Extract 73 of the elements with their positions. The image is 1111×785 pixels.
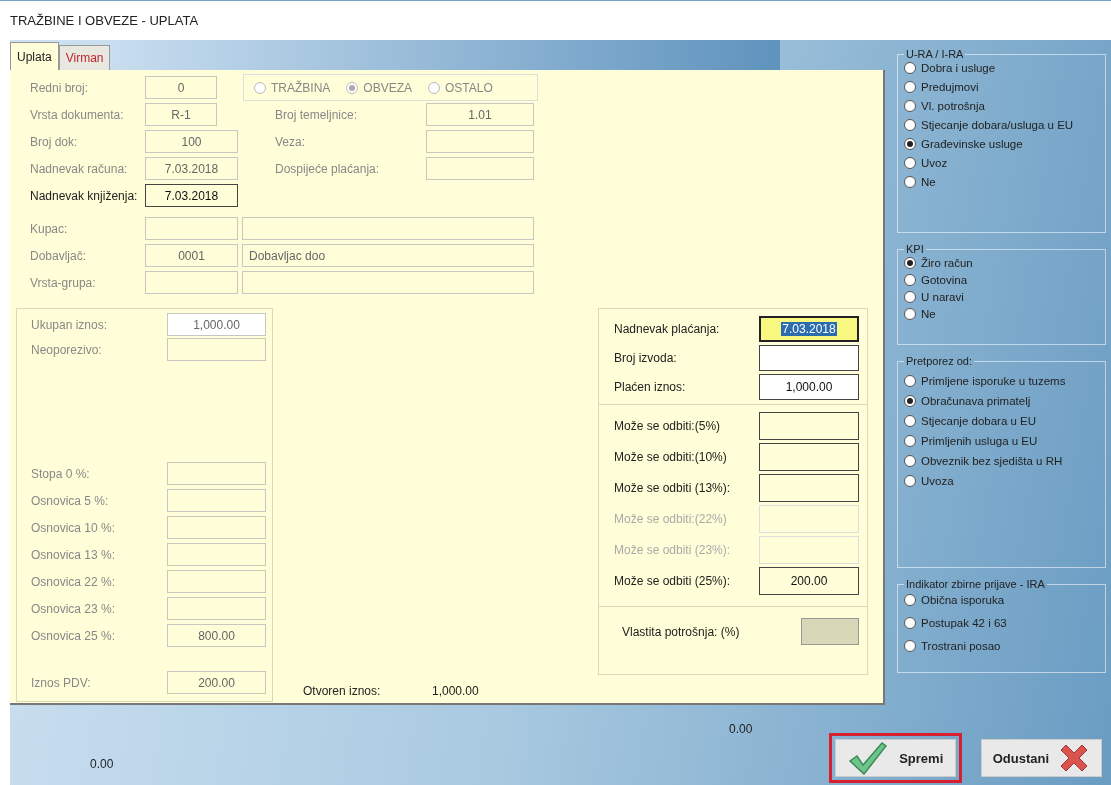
radio-option[interactable]: Primljenih usluga u EU	[904, 435, 1105, 447]
field-label: Može se odbiti (13%):	[614, 480, 731, 495]
radio-option[interactable]: Vl. potrošnja	[904, 100, 1105, 112]
field-label: Ukupan iznos:	[31, 317, 109, 332]
field-label: Može se odbiti:(22%)	[614, 511, 727, 526]
field-label: Dospijeće plaćanja:	[275, 161, 381, 176]
field-label: Veza:	[275, 134, 307, 149]
radio-option[interactable]: Obračunava primatelj	[904, 395, 1105, 407]
checkmark-icon	[847, 741, 888, 775]
field-label: Neoporezivo:	[31, 342, 103, 357]
radio-option[interactable]: Postupak 42 i 63	[904, 617, 1105, 629]
field-label: Vlastita potrošnja: (%)	[622, 624, 740, 639]
radio-option[interactable]: Trostrani posao	[904, 640, 1105, 652]
amount-value: 0.00	[729, 722, 753, 736]
radio-option[interactable]: Stjecanje dobara u EU	[904, 415, 1105, 427]
field-label: Osnovica 22 %:	[31, 574, 117, 589]
field-label: Vrsta dokumenta:	[30, 107, 125, 122]
field-label: Može se odbiti:(10%)	[614, 449, 727, 464]
radio-option[interactable]: Ne	[904, 308, 1105, 320]
field-label: Osnovica 25 %:	[31, 628, 117, 643]
radio-option[interactable]: Uvoz	[904, 157, 1105, 169]
field-label: Može se odbiti (23%):	[614, 542, 731, 557]
field-label: Nadnevak knjiženja:	[30, 188, 139, 203]
amount-value: 1,000.00	[432, 684, 479, 698]
group-title: U-RA / I-RA	[905, 48, 965, 60]
radio-option[interactable]: Gotovina	[904, 274, 1105, 286]
group-title: KPI	[905, 243, 925, 255]
text-field[interactable]	[759, 344, 859, 371]
radio-option[interactable]: Ne	[904, 176, 1105, 188]
text-field[interactable]	[759, 411, 859, 440]
radio-option[interactable]: Uvoza	[904, 475, 1105, 487]
field-label: Osnovica 10 %:	[31, 520, 117, 535]
cancel-button[interactable]: Odustani	[981, 739, 1102, 777]
text-field[interactable]: 1,000.00	[759, 373, 859, 400]
text-field[interactable]: 7.03.2018	[759, 315, 859, 342]
field-label: Nadnevak računa:	[30, 161, 129, 176]
field-label: Može se odbiti (25%):	[614, 573, 731, 588]
field-label: Vrsta-grupa:	[30, 275, 97, 290]
field-label: Kupac:	[30, 221, 69, 236]
group-title: Pretporez od:	[905, 355, 974, 367]
radio-option[interactable]: Predujmovi	[904, 81, 1105, 93]
radio-option[interactable]: Dobra i usluge	[904, 62, 1105, 74]
tab[interactable]: Uplata	[10, 42, 59, 70]
field-label: Dobavljač:	[30, 248, 88, 263]
radio-option[interactable]: U naravi	[904, 291, 1105, 303]
radio-option[interactable]: Stjecanje dobara/usluga u EU	[904, 119, 1105, 131]
field-label: Osnovica 13 %:	[31, 547, 117, 562]
text-field[interactable]	[759, 442, 859, 471]
text-field[interactable]: 200.00	[759, 566, 859, 595]
field-label: Plaćen iznos:	[614, 379, 686, 394]
amount-value: 0.00	[90, 757, 114, 771]
field-label: Nadnevak plaćanja:	[614, 321, 720, 336]
radio-option[interactable]: Obična isporuka	[904, 594, 1105, 606]
field-label: Redni broj:	[30, 80, 90, 95]
field-label: Iznos PDV:	[31, 675, 92, 690]
radio-option[interactable]: Građevinske usluge	[904, 138, 1105, 150]
field-label: Stopa 0 %:	[31, 466, 91, 481]
text-field[interactable]: 7.03.2018	[145, 184, 238, 207]
radio-option[interactable]: Obveznik bez sjedišta u RH	[904, 455, 1105, 467]
field-label: Otvoren iznos:	[303, 684, 382, 698]
tab[interactable]: Virman	[58, 45, 111, 70]
field-label: Broj izvoda:	[614, 350, 677, 365]
radio-option[interactable]: Primljene isporuke u tuzems	[904, 375, 1105, 387]
text-field[interactable]	[759, 473, 859, 502]
group-title: Indikator zbirne prijave - IRA	[905, 578, 1046, 590]
field-label: Broj dok:	[30, 134, 79, 149]
save-button[interactable]: Spremi	[835, 739, 956, 777]
field-label: Osnovica 23 %:	[31, 601, 117, 616]
field-label: Broj temeljnice:	[275, 107, 359, 122]
field-label: Može se odbiti:(5%)	[614, 418, 721, 433]
window-title: TRAŽBINE I OBVEZE - UPLATA	[10, 13, 199, 28]
radio-option[interactable]: Žiro račun	[904, 257, 1105, 269]
field-label: Osnovica 5 %:	[31, 493, 110, 508]
